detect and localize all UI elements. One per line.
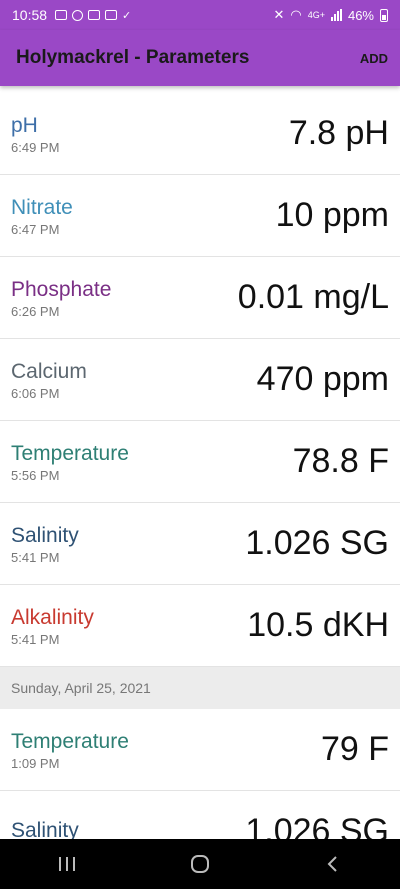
parameter-value: 7.8 pH [288, 114, 389, 152]
add-button[interactable]: ADD [360, 45, 388, 72]
battery-icon [380, 8, 388, 22]
parameter-info: Nitrate 6:47 PM [11, 195, 73, 237]
check-icon: ✓ [122, 9, 132, 22]
parameter-value: 470 ppm [256, 360, 389, 398]
parameter-time: 5:41 PM [11, 631, 60, 647]
parameter-name: Nitrate [11, 195, 73, 219]
parameter-row[interactable]: Nitrate 6:47 PM 10 ppm [0, 175, 400, 257]
parameter-value: 10.5 dKH [247, 606, 389, 644]
parameter-info: Salinity [11, 818, 79, 839]
recents-icon [58, 857, 75, 871]
parameter-info: Temperature 5:56 PM [11, 441, 129, 483]
voicemail-icon [88, 10, 101, 20]
parameter-info: Alkalinity 5:41 PM [11, 605, 94, 647]
parameter-time: 6:26 PM [11, 303, 60, 319]
parameter-row[interactable]: Calcium 6:06 PM 470 ppm [0, 339, 400, 421]
signal-icon [330, 9, 342, 21]
parameter-name: Temperature [11, 441, 129, 465]
back-button[interactable] [303, 844, 363, 884]
parameter-info: Temperature 1:09 PM [11, 729, 129, 771]
parameter-name: Salinity [11, 523, 79, 547]
parameter-info: Salinity 5:41 PM [11, 523, 79, 565]
parameter-row[interactable]: pH 6:49 PM 7.8 pH [0, 93, 400, 175]
parameter-info: Phosphate 6:26 PM [11, 277, 111, 319]
parameter-info: Calcium 6:06 PM [11, 359, 87, 401]
parameter-value: 1.026 SG [245, 524, 389, 562]
parameter-row[interactable]: Salinity 5:41 PM 1.026 SG [0, 503, 400, 585]
app-bar: Holymackrel - Parameters ADD [0, 30, 400, 86]
parameter-name: Calcium [11, 359, 87, 383]
parameter-info: pH 6:49 PM [11, 113, 59, 155]
gallery-icon [55, 10, 68, 20]
parameter-row[interactable]: Phosphate 6:26 PM 0.01 mg/L [0, 257, 400, 339]
parameter-name: Temperature [11, 729, 129, 753]
parameter-value: 78.8 F [292, 442, 389, 480]
parameter-name: Salinity [11, 819, 79, 839]
parameters-list[interactable]: pH 6:49 PM 7.8 pH Nitrate 6:47 PM 10 ppm Phosp… [0, 93, 400, 839]
wifi-icon: ◠ [290, 7, 302, 22]
back-icon [327, 856, 338, 872]
parameter-name: Alkalinity [11, 605, 94, 629]
network-type: 4G+ [307, 10, 325, 20]
notification-icons: ✓ [55, 9, 131, 22]
battery-percent: 46% [347, 7, 374, 23]
home-icon [190, 855, 209, 873]
parameter-value: 1.026 SG [245, 812, 389, 839]
parameter-row[interactable]: Alkalinity 5:41 PM 10.5 dKH [0, 585, 400, 667]
parameter-time: 6:06 PM [11, 385, 60, 401]
parameter-value: 10 ppm [275, 196, 389, 234]
whatsapp-icon [72, 9, 84, 21]
system-nav-bar [0, 839, 400, 889]
parameter-time: 5:41 PM [11, 549, 60, 565]
parameter-time: 1:09 PM [11, 755, 60, 771]
status-time: 10:58 [12, 7, 48, 23]
recents-button[interactable] [37, 844, 97, 884]
parameter-row[interactable]: Temperature 5:56 PM 78.8 F [0, 421, 400, 503]
parameter-time: 6:49 PM [11, 139, 60, 155]
parameter-name: Phosphate [11, 277, 112, 301]
parameter-value: 0.01 mg/L [237, 278, 389, 316]
parameter-time: 5:56 PM [11, 467, 60, 483]
mute-icon: ✕ [273, 7, 285, 22]
status-bar: 10:58 ✓ ✕ ◠ 4G+ 46% [0, 0, 400, 30]
image-icon [105, 10, 118, 20]
page-title: Holymackrel - Parameters [16, 47, 250, 68]
parameter-row[interactable]: Temperature 1:09 PM 79 F [0, 709, 400, 791]
parameter-name: pH [11, 113, 38, 137]
home-button[interactable] [170, 844, 230, 884]
date-section-header: Sunday, April 25, 2021 [0, 667, 400, 709]
system-icons: ✕ ◠ 4G+ 46% [273, 7, 388, 23]
parameter-row[interactable]: Salinity 1.026 SG [0, 791, 400, 839]
parameter-value: 79 F [320, 730, 389, 768]
parameter-time: 6:47 PM [11, 221, 60, 237]
